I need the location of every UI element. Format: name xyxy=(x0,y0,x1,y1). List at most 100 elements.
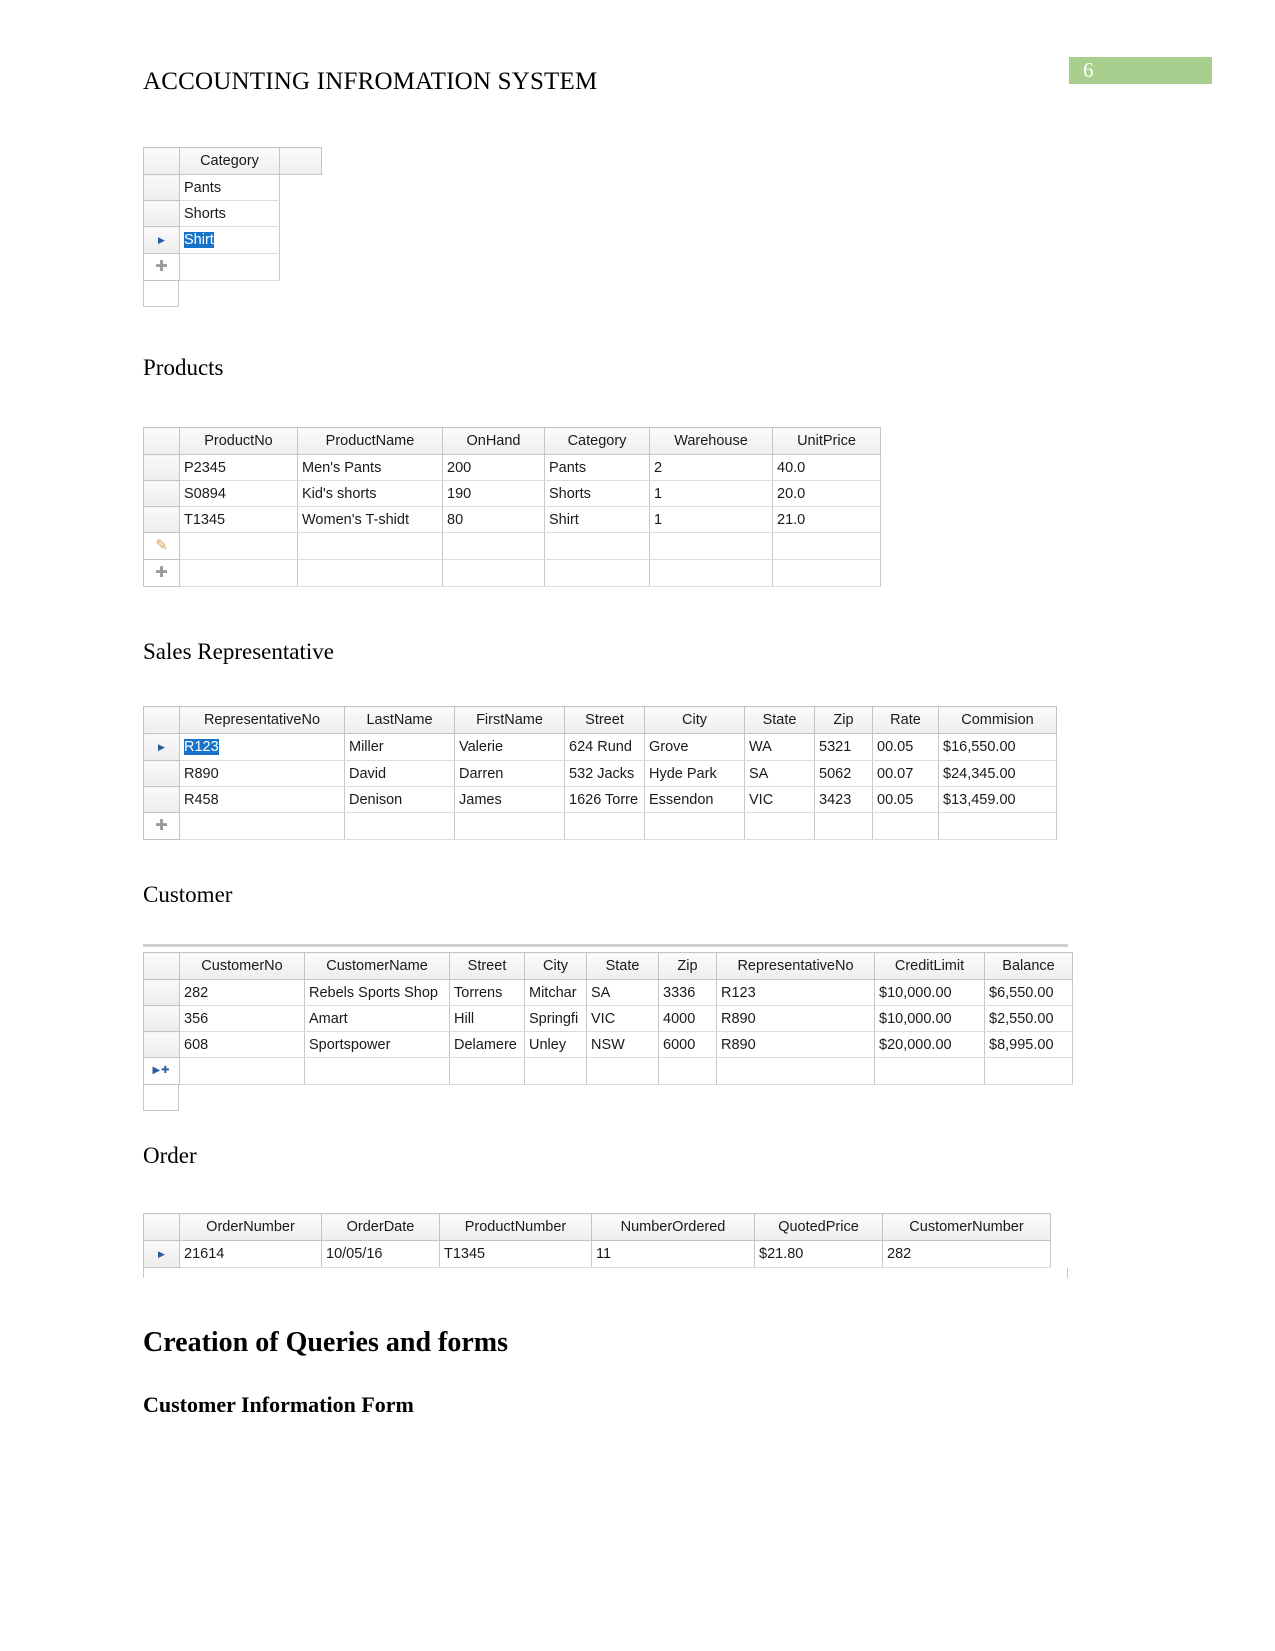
table-cell-empty[interactable] xyxy=(716,1057,875,1085)
table-cell[interactable]: Shorts xyxy=(179,200,280,227)
table-cell[interactable]: $13,459.00 xyxy=(938,786,1057,813)
table-cell[interactable]: T1345 xyxy=(439,1240,592,1268)
table-cell[interactable]: Mitchar xyxy=(524,979,587,1006)
table-cell[interactable]: Hill xyxy=(449,1005,525,1032)
table-cell-empty[interactable] xyxy=(814,812,873,840)
table-row[interactable]: Shorts xyxy=(143,200,322,227)
column-header[interactable]: ProductNo xyxy=(179,427,298,455)
selected-cell-value[interactable]: Shirt xyxy=(184,232,214,248)
products-datasheet[interactable]: ProductNo ProductName OnHand Category Wareho… xyxy=(143,427,881,587)
column-header[interactable]: State xyxy=(744,706,815,734)
new-record-row[interactable] xyxy=(143,253,322,281)
table-cell[interactable]: James xyxy=(454,786,565,813)
row-selector[interactable] xyxy=(143,200,180,227)
table-cell-empty[interactable] xyxy=(297,559,443,587)
table-cell[interactable]: 608 xyxy=(179,1031,305,1058)
column-header[interactable]: City xyxy=(644,706,745,734)
table-row[interactable]: R123 MillerValerie624 RundGroveWA532100.0… xyxy=(143,733,1057,761)
table-cell[interactable]: 1 xyxy=(649,506,773,533)
table-cell[interactable]: 532 Jacks xyxy=(564,760,645,787)
table-cell[interactable]: Men's Pants xyxy=(297,454,443,481)
table-cell[interactable]: T1345 xyxy=(179,506,298,533)
table-cell[interactable]: VIC xyxy=(586,1005,659,1032)
table-cell[interactable]: David xyxy=(344,760,455,787)
row-selector-current[interactable] xyxy=(143,1240,180,1268)
table-cell[interactable]: R890 xyxy=(716,1031,875,1058)
table-cell[interactable]: VIC xyxy=(744,786,815,813)
table-cell-empty[interactable] xyxy=(644,812,745,840)
table-cell-empty[interactable] xyxy=(442,559,545,587)
column-header[interactable]: OrderDate xyxy=(321,1213,440,1241)
table-cell[interactable]: 80 xyxy=(442,506,545,533)
table-cell[interactable]: $16,550.00 xyxy=(938,733,1057,761)
table-row[interactable]: 2161410/05/16T134511$21.80282 xyxy=(143,1240,1051,1268)
table-cell[interactable]: 4000 xyxy=(658,1005,717,1032)
table-row[interactable]: Shirt xyxy=(143,226,322,254)
select-all-corner[interactable] xyxy=(143,706,180,734)
table-cell[interactable]: R458 xyxy=(179,786,345,813)
column-header[interactable]: CreditLimit xyxy=(874,952,985,980)
table-cell[interactable]: $24,345.00 xyxy=(938,760,1057,787)
table-cell[interactable]: Darren xyxy=(454,760,565,787)
table-cell[interactable]: NSW xyxy=(586,1031,659,1058)
column-header[interactable]: City xyxy=(524,952,587,980)
table-row[interactable]: R458 Denison James 1626 Torre Essendon VIC 342… xyxy=(143,786,1057,813)
table-cell-empty[interactable] xyxy=(297,532,443,560)
row-selector[interactable] xyxy=(143,454,180,481)
table-cell[interactable]: 5321 xyxy=(814,733,873,761)
table-cell[interactable]: R890 xyxy=(179,760,345,787)
table-cell[interactable]: 3423 xyxy=(814,786,873,813)
customer-datasheet[interactable]: CustomerNo CustomerName Street City State Zip… xyxy=(143,944,1073,1111)
column-header[interactable]: UnitPrice xyxy=(772,427,881,455)
table-cell[interactable]: SA xyxy=(586,979,659,1006)
table-row[interactable]: 608 Sportspower Delamere Unley NSW 6000 R890 $2… xyxy=(143,1031,1073,1058)
table-cell-empty[interactable] xyxy=(874,1057,985,1085)
column-header[interactable]: CustomerName xyxy=(304,952,450,980)
table-cell[interactable]: Shirt xyxy=(179,226,280,254)
table-row[interactable]: P2345 Men's Pants 200 Pants 2 40.0 xyxy=(143,454,881,481)
table-cell-empty[interactable] xyxy=(564,812,645,840)
new-record-row[interactable] xyxy=(143,559,881,587)
table-cell-empty[interactable] xyxy=(304,1057,450,1085)
column-header[interactable]: OnHand xyxy=(442,427,545,455)
new-row-icon[interactable] xyxy=(143,812,180,840)
column-header[interactable]: NumberOrdered xyxy=(591,1213,755,1241)
column-header[interactable]: RepresentativeNo xyxy=(716,952,875,980)
table-cell-empty[interactable] xyxy=(179,559,298,587)
table-cell[interactable]: WA xyxy=(744,733,815,761)
column-header[interactable]: Warehouse xyxy=(649,427,773,455)
row-selector[interactable] xyxy=(143,786,180,813)
table-cell[interactable]: $20,000.00 xyxy=(874,1031,985,1058)
select-all-corner[interactable] xyxy=(143,1213,180,1241)
column-header[interactable]: RepresentativeNo xyxy=(179,706,345,734)
table-cell[interactable]: 20.0 xyxy=(772,480,881,507)
row-selector[interactable] xyxy=(143,979,180,1006)
row-selector[interactable] xyxy=(143,174,180,201)
column-header[interactable]: CustomerNo xyxy=(179,952,305,980)
table-cell[interactable]: 356 xyxy=(179,1005,305,1032)
new-row-icon[interactable] xyxy=(143,559,180,587)
table-cell[interactable]: Unley xyxy=(524,1031,587,1058)
table-cell-empty[interactable] xyxy=(744,812,815,840)
table-cell[interactable]: Shirt xyxy=(544,506,650,533)
table-row[interactable]: T1345 Women's T-shidt 80 Shirt 1 21.0 xyxy=(143,506,881,533)
table-cell[interactable]: 00.05 xyxy=(872,786,939,813)
table-cell-empty[interactable] xyxy=(544,559,650,587)
table-cell-empty[interactable] xyxy=(658,1057,717,1085)
table-cell[interactable]: $2,550.00 xyxy=(984,1005,1073,1032)
table-cell[interactable]: Amart xyxy=(304,1005,450,1032)
edit-row-icon[interactable] xyxy=(143,532,180,560)
table-cell[interactable]: 624 Rund xyxy=(564,733,645,761)
table-cell[interactable]: P2345 xyxy=(179,454,298,481)
select-all-corner[interactable] xyxy=(143,952,180,980)
table-cell[interactable]: Valerie xyxy=(454,733,565,761)
row-selector[interactable] xyxy=(143,760,180,787)
table-cell-empty[interactable] xyxy=(344,812,455,840)
column-header[interactable]: OrderNumber xyxy=(179,1213,322,1241)
column-header[interactable]: LastName xyxy=(344,706,455,734)
row-selector[interactable] xyxy=(143,506,180,533)
table-cell[interactable]: $10,000.00 xyxy=(874,1005,985,1032)
table-cell[interactable]: Pants xyxy=(544,454,650,481)
table-row[interactable]: R890 David Darren 532 Jacks Hyde Park SA 5062 0… xyxy=(143,760,1057,787)
table-cell[interactable]: 1 xyxy=(649,480,773,507)
